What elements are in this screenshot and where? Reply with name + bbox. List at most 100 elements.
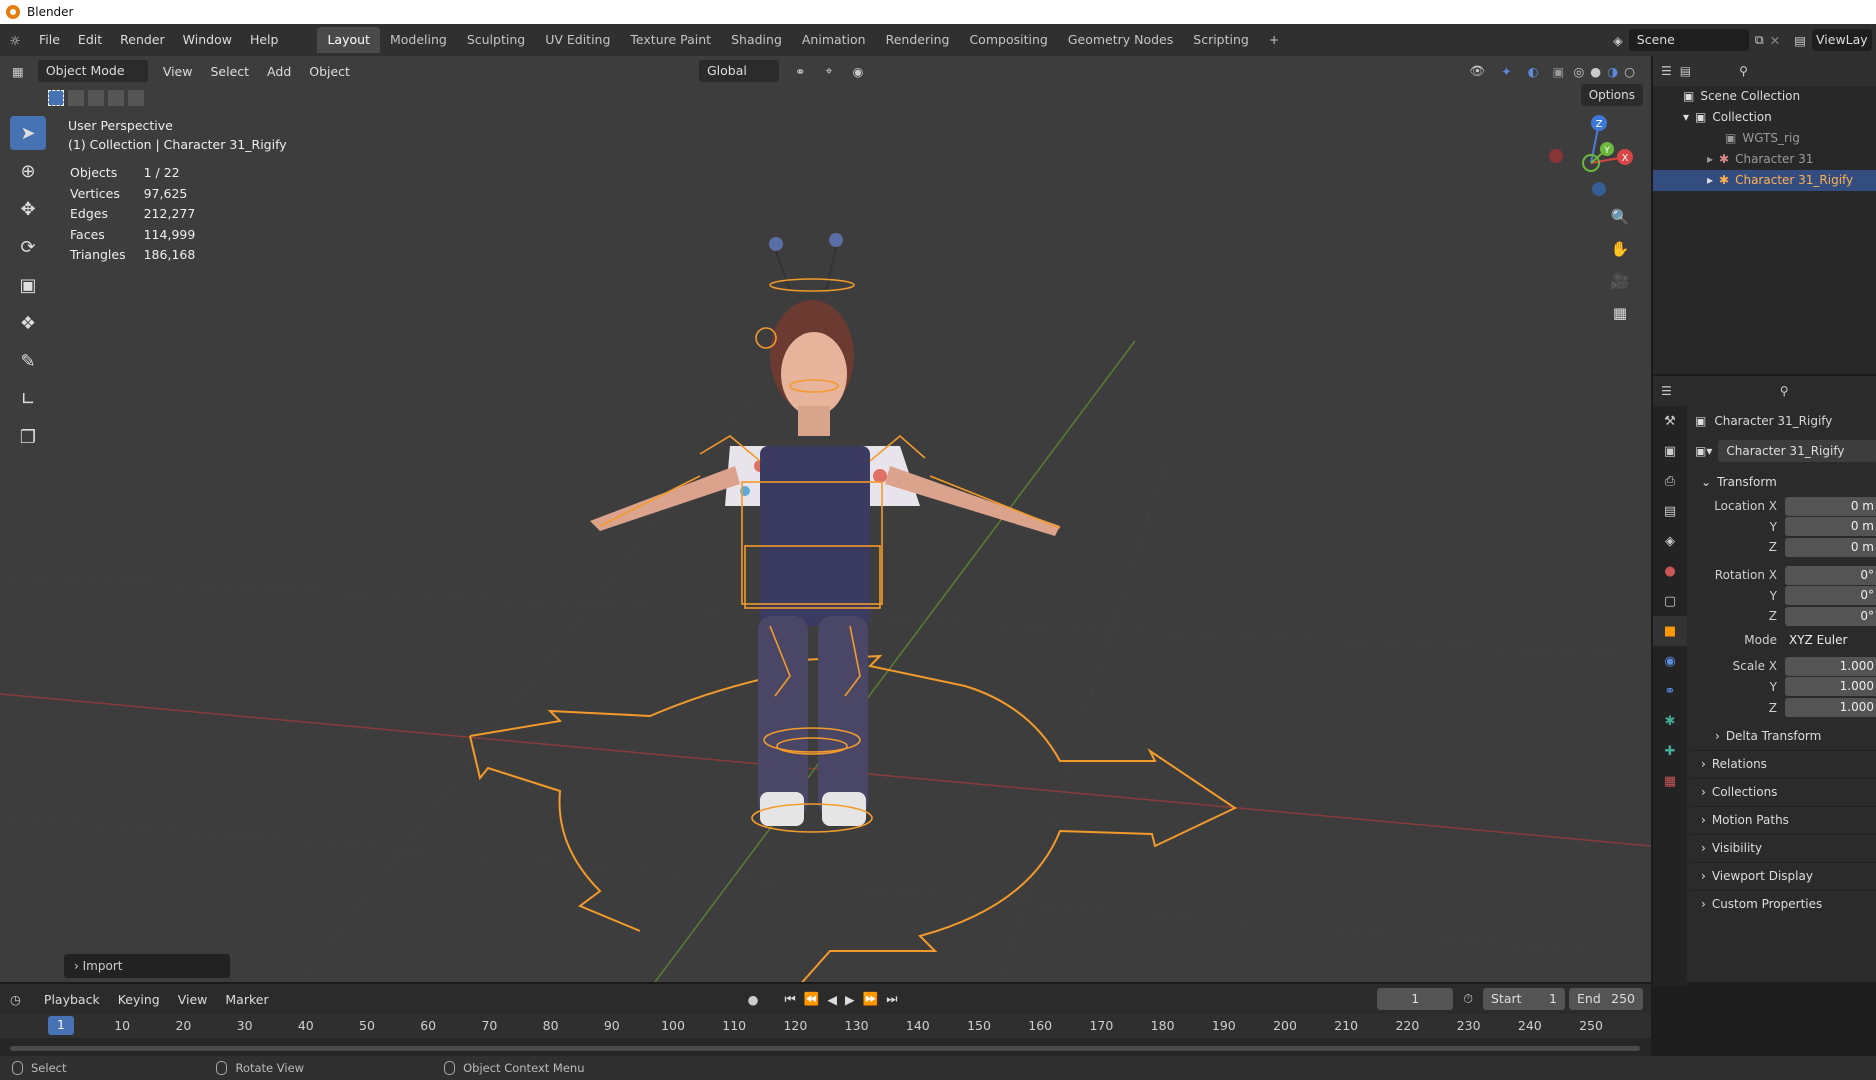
- timeline-menu-playback[interactable]: Playback: [35, 992, 109, 1007]
- texture-tab-icon[interactable]: ▦: [1653, 766, 1687, 796]
- scale-z-field[interactable]: 1.000: [1785, 698, 1876, 718]
- delta-transform-panel[interactable]: › Delta Transform: [1689, 722, 1876, 750]
- properties-editor-icon[interactable]: ☰: [1661, 384, 1672, 398]
- frame-cursor[interactable]: 1: [48, 1016, 74, 1035]
- bone-tab-icon[interactable]: ✚: [1653, 736, 1687, 766]
- location-x-field[interactable]: 0 m: [1785, 496, 1876, 516]
- select-subtract-icon[interactable]: [88, 90, 104, 106]
- rotation-z-field[interactable]: 0°: [1785, 606, 1876, 626]
- expand-chevron-icon[interactable]: ▸: [1707, 170, 1713, 191]
- zoom-icon[interactable]: 🔍: [1605, 202, 1635, 232]
- delete-scene-icon[interactable]: ✕: [1770, 33, 1780, 48]
- tab-rendering[interactable]: Rendering: [876, 27, 960, 53]
- add-workspace-button[interactable]: +: [1259, 27, 1289, 53]
- rotate-tool[interactable]: ⟳: [10, 230, 46, 264]
- solid-shading-icon[interactable]: ●: [1590, 64, 1601, 79]
- jump-keyframe-back-icon[interactable]: ⏪: [804, 991, 820, 1007]
- display-mode-icon[interactable]: ▤: [1680, 64, 1691, 78]
- new-scene-icon[interactable]: ⧉: [1755, 32, 1764, 48]
- object-datablock-icon[interactable]: ▣▾: [1695, 444, 1712, 458]
- outliner-row-scene-collection[interactable]: ▣ Scene Collection: [1653, 86, 1876, 107]
- play-reverse-icon[interactable]: ◀: [827, 992, 837, 1007]
- motion-paths-panel[interactable]: › Motion Paths: [1689, 805, 1876, 834]
- world-tab-icon[interactable]: ●: [1653, 556, 1687, 586]
- tab-layout[interactable]: Layout: [317, 27, 380, 53]
- gizmo-toggle-icon[interactable]: ✦: [1501, 64, 1511, 79]
- rotation-y-field[interactable]: 0°: [1785, 586, 1876, 606]
- blender-menu-icon[interactable]: ☼: [0, 33, 30, 48]
- expand-chevron-icon[interactable]: ▾: [1683, 107, 1689, 128]
- select-invert-icon[interactable]: [108, 90, 124, 106]
- cursor-tool[interactable]: ⊕: [10, 154, 46, 188]
- expand-chevron-icon[interactable]: ▸: [1707, 149, 1713, 170]
- timeline-editor-icon[interactable]: ◷: [10, 992, 21, 1007]
- visibility-icon[interactable]: 👁: [1469, 63, 1485, 79]
- pivot-icon[interactable]: ⚭: [795, 64, 805, 79]
- outliner-row-wgts-rig[interactable]: ▣ WGTS_rig: [1653, 128, 1876, 149]
- tab-geometry-nodes[interactable]: Geometry Nodes: [1058, 27, 1183, 53]
- tab-modeling[interactable]: Modeling: [380, 27, 457, 53]
- menu-render[interactable]: Render: [111, 28, 174, 52]
- object-name-field[interactable]: Character 31_Rigify: [1718, 440, 1876, 462]
- outliner-row-collection[interactable]: ▾ ▣ Collection: [1653, 107, 1876, 128]
- viewport-menu-select[interactable]: Select: [201, 64, 258, 79]
- ortho-grid-icon[interactable]: ▦: [1605, 298, 1635, 328]
- timeline-scrollbar[interactable]: [10, 1046, 1640, 1051]
- annotate-tool[interactable]: ✎: [10, 344, 46, 378]
- transform-panel-header[interactable]: ⌄ Transform: [1689, 468, 1876, 496]
- rendered-shading-icon[interactable]: ○: [1624, 64, 1635, 79]
- options-dropdown[interactable]: Options: [1580, 84, 1643, 106]
- preview-range-icon[interactable]: ⏱: [1463, 991, 1473, 1007]
- wireframe-shading-icon[interactable]: ◎: [1573, 64, 1584, 79]
- menu-window[interactable]: Window: [174, 28, 241, 52]
- proportional-edit-icon[interactable]: ◉: [853, 64, 864, 79]
- tab-texture-paint[interactable]: Texture Paint: [620, 27, 721, 53]
- view-layer-field[interactable]: ViewLay: [1812, 29, 1872, 51]
- scale-tool[interactable]: ▣: [10, 268, 46, 302]
- scene-tab-icon[interactable]: ◈: [1653, 526, 1687, 556]
- custom-properties-panel[interactable]: › Custom Properties: [1689, 889, 1876, 918]
- jump-end-icon[interactable]: ⏭: [886, 991, 897, 1007]
- import-operator-panel[interactable]: › Import: [64, 954, 230, 978]
- select-box-tool[interactable]: ➤: [10, 116, 46, 150]
- timeline-track[interactable]: [0, 1038, 1651, 1058]
- object-tab-icon[interactable]: ■: [1653, 616, 1687, 646]
- start-frame-field[interactable]: Start 1: [1483, 988, 1565, 1010]
- select-new-icon[interactable]: [48, 90, 64, 106]
- tab-shading[interactable]: Shading: [721, 27, 792, 53]
- outliner-editor-icon[interactable]: ☰: [1661, 64, 1672, 78]
- collection-tab-icon[interactable]: ▢: [1653, 586, 1687, 616]
- tab-uv-editing[interactable]: UV Editing: [535, 27, 620, 53]
- tool-tab-icon[interactable]: ⚒: [1653, 406, 1687, 436]
- overlay-toggle-icon[interactable]: ◐: [1528, 64, 1539, 79]
- timeline-menu-keying[interactable]: Keying: [109, 992, 169, 1007]
- jump-start-icon[interactable]: ⏮: [785, 991, 796, 1007]
- output-tab-icon[interactable]: ⎙: [1653, 466, 1687, 496]
- auto-keying-icon[interactable]: ●: [748, 992, 759, 1007]
- tab-scripting[interactable]: Scripting: [1183, 27, 1259, 53]
- tab-compositing[interactable]: Compositing: [959, 27, 1057, 53]
- outliner-row-character-31[interactable]: ▸ ✱ Character 31: [1653, 149, 1876, 170]
- search-icon[interactable]: ⚲: [1739, 64, 1748, 78]
- menu-edit[interactable]: Edit: [69, 28, 111, 52]
- location-y-field[interactable]: 0 m: [1785, 517, 1876, 537]
- scene-name-field[interactable]: Scene: [1628, 29, 1749, 51]
- play-icon[interactable]: ▶: [845, 992, 855, 1007]
- frame-ruler[interactable]: 1 10 20 30 40 50 60 70 80 90 100 110 120 130 140 150 16…: [0, 1014, 1651, 1038]
- timeline-menu-marker[interactable]: Marker: [216, 992, 277, 1007]
- select-extend-icon[interactable]: [68, 90, 84, 106]
- view-layer-tab-icon[interactable]: ▤: [1653, 496, 1687, 526]
- select-intersect-icon[interactable]: [128, 90, 144, 106]
- pan-hand-icon[interactable]: ✋: [1605, 234, 1635, 264]
- visibility-panel[interactable]: › Visibility: [1689, 833, 1876, 862]
- transform-tool[interactable]: ❖: [10, 306, 46, 340]
- camera-view-icon[interactable]: 🎥: [1605, 266, 1635, 296]
- rotation-mode-dropdown[interactable]: XYZ Euler: [1785, 630, 1876, 650]
- end-frame-field[interactable]: End 250: [1569, 988, 1643, 1010]
- relations-panel[interactable]: › Relations: [1689, 749, 1876, 778]
- rotation-x-field[interactable]: 0°: [1785, 565, 1876, 585]
- timeline-menu-view[interactable]: View: [169, 992, 217, 1007]
- xray-icon[interactable]: ▣: [1553, 64, 1565, 79]
- object-mode-dropdown[interactable]: Object Mode: [37, 60, 148, 82]
- transform-orientation-dropdown[interactable]: Global: [698, 60, 779, 82]
